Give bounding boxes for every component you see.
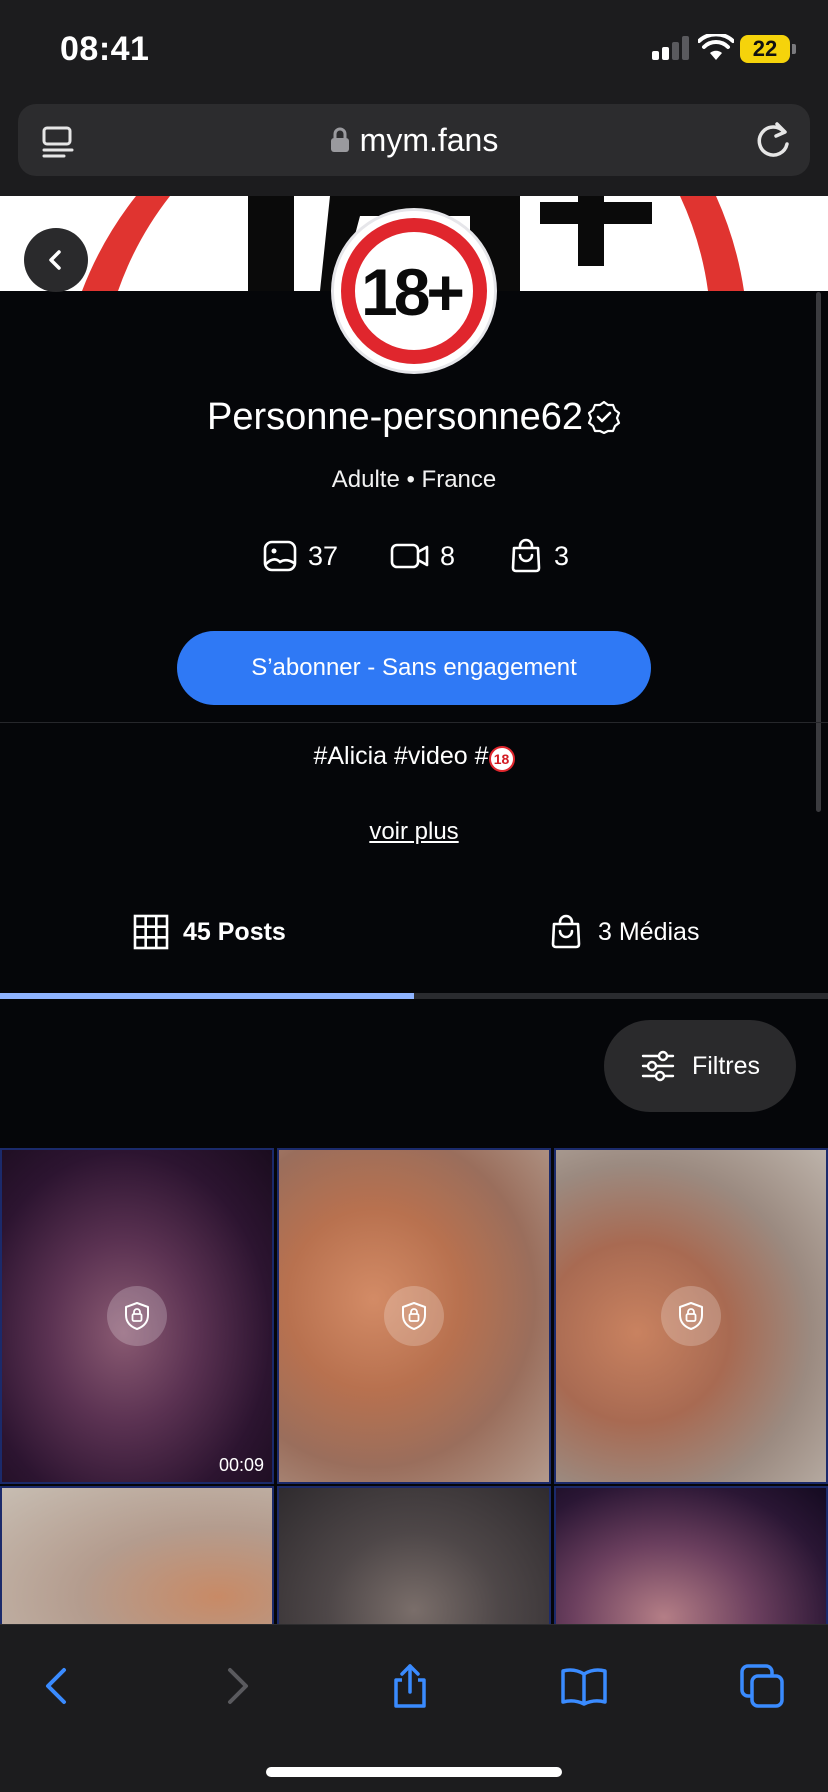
profile-name-text: Personne-personne62 (206, 396, 584, 438)
tab-posts[interactable]: 45 Posts (133, 910, 286, 954)
cellular-signal-icon (652, 36, 690, 60)
tab-medias[interactable]: 3 Médias (548, 910, 699, 954)
shopping-bag-icon (551, 914, 581, 949)
stat-purchases: 3 (508, 536, 569, 576)
shield-lock-icon (679, 1302, 703, 1330)
subscribe-button[interactable]: S’abonner - Sans engagement (177, 631, 651, 705)
avatar-label: 18+ (361, 255, 462, 329)
browser-address-area: mym.fans (0, 100, 828, 196)
url-field[interactable]: mym.fans (18, 122, 810, 159)
profile-name: Personne-personne62 (0, 396, 828, 439)
bio-tags-text: #Alicia #video # (313, 742, 489, 770)
stat-purchases-count: 3 (554, 540, 570, 571)
locked-badge (384, 1286, 444, 1346)
address-bar[interactable]: mym.fans (18, 104, 810, 176)
share-icon (394, 1664, 426, 1708)
tabs-button[interactable] (732, 1657, 792, 1715)
wifi-icon (698, 34, 734, 60)
verified-badge-icon (587, 400, 621, 434)
video-camera-icon (390, 543, 429, 569)
profile-page: 08:41 22 mym.fans 18+ Personne-personne6… (0, 0, 828, 1792)
url-text: mym.fans (359, 122, 499, 158)
grid-item[interactable] (277, 1148, 551, 1484)
bio-tags: #Alicia #video #18 (0, 742, 828, 772)
profile-meta: Adulte • France (331, 466, 497, 493)
locked-badge (661, 1286, 721, 1346)
grid-icon (133, 914, 169, 950)
sliders-icon (641, 1050, 675, 1082)
grid-item[interactable]: 00:09 (0, 1148, 274, 1484)
filters-button[interactable]: Filtres (604, 1020, 796, 1112)
tab-posts-label: 45 Posts (183, 917, 286, 946)
browser-back-button[interactable] (28, 1657, 88, 1715)
stat-videos: 8 (390, 536, 455, 576)
see-more-label[interactable]: voir plus (369, 818, 458, 845)
chevron-left-icon (49, 250, 61, 270)
avatar[interactable]: 18+ (331, 208, 497, 374)
back-button[interactable] (24, 228, 88, 292)
filters-label: Filtres (691, 1051, 761, 1080)
see-more-link: voir plus (0, 818, 828, 846)
home-indicator (266, 1767, 562, 1777)
browser-forward-button[interactable] (206, 1657, 266, 1715)
divider (0, 722, 828, 723)
shield-lock-icon (125, 1302, 149, 1330)
battery-icon: 22 (740, 35, 790, 63)
status-bar: 08:41 22 (0, 0, 828, 100)
locked-badge (107, 1286, 167, 1346)
grid-item[interactable] (277, 1486, 551, 1626)
grid-item[interactable] (554, 1486, 828, 1626)
shopping-bag-icon (511, 538, 541, 573)
book-icon (561, 1668, 607, 1706)
status-time: 08:41 (60, 30, 150, 68)
stat-videos-count: 8 (440, 540, 456, 571)
lock-icon (330, 127, 349, 152)
chevron-left-icon (46, 1668, 66, 1704)
grid-item[interactable] (554, 1148, 828, 1484)
bookmarks-button[interactable] (554, 1657, 614, 1715)
battery-tip (792, 44, 796, 54)
profile-stats: 37 8 3 (0, 536, 828, 576)
share-button[interactable] (380, 1657, 440, 1715)
tabs-icon (740, 1664, 784, 1708)
adult-content-badge: 18 (488, 746, 515, 772)
tab-medias-label: 3 Médias (598, 917, 700, 946)
stat-photos-count: 37 (308, 540, 339, 571)
tab-active-indicator (0, 993, 414, 999)
stat-photos: 37 (262, 536, 338, 576)
image-icon (263, 540, 297, 572)
reload-icon[interactable] (754, 120, 792, 160)
video-duration: 00:09 (218, 1455, 264, 1475)
grid-item[interactable] (0, 1486, 274, 1626)
chevron-right-icon (228, 1668, 248, 1704)
shield-lock-icon (402, 1302, 426, 1330)
